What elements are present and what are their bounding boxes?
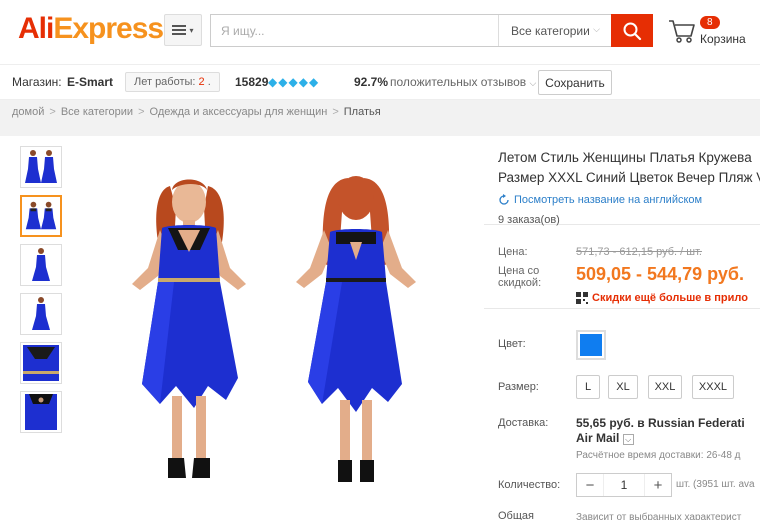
thumbnail-6[interactable] bbox=[20, 391, 62, 433]
orders-count: 9 заказа(ов) bbox=[498, 214, 560, 226]
color-label: Цвет: bbox=[498, 338, 526, 350]
thumbnail-5[interactable] bbox=[20, 342, 62, 384]
shipping-info: 55,65 руб. в Russian Federati Air Mail ⌵… bbox=[576, 416, 745, 461]
app-promo-link[interactable]: Скидки ещё больше в прило bbox=[576, 292, 748, 304]
store-name-link[interactable]: E-Smart bbox=[67, 75, 113, 89]
product-title: Летом Стиль Женщины Платья Кружева Разме… bbox=[498, 150, 760, 185]
total-price-note: Зависит от выбранных характерист bbox=[576, 512, 742, 520]
store-years-badge: Лет работы: 2 . bbox=[125, 72, 220, 92]
discount-price: 509,05 - 544,79 руб. bbox=[576, 264, 744, 284]
divider bbox=[484, 308, 760, 309]
quantity-decrease-button[interactable]: − bbox=[577, 477, 603, 494]
translate-title-link[interactable]: Посмотреть название на английском bbox=[498, 194, 760, 206]
hamburger-icon bbox=[172, 25, 187, 35]
shipping-cost: 55,65 руб. в Russian Federati bbox=[576, 416, 745, 430]
save-store-button[interactable]: Сохранить bbox=[538, 70, 612, 95]
top-header: AliExpress™ ▾ Все категории ⌵ 8 Корзина bbox=[0, 0, 760, 64]
image-thumbnails bbox=[20, 146, 62, 440]
quantity-label: Количество: bbox=[498, 479, 561, 491]
product-info: Летом Стиль Женщины Платья Кружева Разме… bbox=[498, 148, 760, 226]
dress-product-photo bbox=[132, 176, 416, 482]
diamond-icon: ◆ bbox=[278, 75, 288, 89]
positive-feedback-dropdown[interactable]: положительных отзывов ⌵ bbox=[390, 75, 536, 89]
product-section: Летом Стиль Женщины Платья Кружева Разме… bbox=[12, 138, 760, 520]
main-product-image[interactable] bbox=[112, 172, 442, 512]
size-option-xxxl[interactable]: XXXL bbox=[692, 375, 734, 399]
search-button[interactable] bbox=[611, 14, 653, 47]
dress-detail-thumbnail-image bbox=[25, 394, 57, 430]
shipping-method-dropdown[interactable]: Air Mail ⌵ bbox=[576, 431, 745, 446]
thumbnail-2[interactable] bbox=[20, 195, 62, 237]
qr-code-icon bbox=[576, 292, 588, 304]
thumbnail-3[interactable] bbox=[20, 244, 62, 286]
stock-available: шт. (3951 шт. ava bbox=[676, 479, 755, 490]
quantity-increase-button[interactable]: + bbox=[645, 477, 671, 494]
total-label: Общая bbox=[498, 510, 534, 520]
shipping-label: Доставка: bbox=[498, 417, 549, 429]
original-price: 571,73 - 612,15 руб. / шт. bbox=[576, 246, 702, 258]
diamond-icon: ◆ bbox=[268, 75, 278, 89]
aliexpress-logo[interactable]: AliExpress™ bbox=[18, 12, 172, 46]
discount-price-label: Цена со скидкой: bbox=[498, 265, 542, 289]
size-options: L XL XXL XXXL bbox=[576, 375, 756, 399]
store-info-bar: Магазин: E-Smart Лет работы: 2 . 15829 ◆… bbox=[0, 64, 760, 100]
dress-thumbnail-image bbox=[32, 297, 50, 330]
dress-thumbnail-image bbox=[32, 248, 50, 281]
color-swatch-blue[interactable] bbox=[576, 330, 606, 360]
cart-count-badge: 8 bbox=[700, 16, 720, 29]
price-label: Цена: bbox=[498, 246, 528, 258]
chevron-down-icon: ⌵ bbox=[593, 24, 600, 34]
breadcrumb-all-categories[interactable]: Все категории bbox=[61, 106, 133, 118]
chevron-down-icon: ⌵ bbox=[529, 78, 537, 88]
breadcrumb-women-clothing[interactable]: Одежда и аксессуары для женщин bbox=[150, 106, 328, 118]
delivery-time: Расчётное время доставки: 26-48 д bbox=[576, 450, 741, 461]
size-option-xl[interactable]: XL bbox=[608, 375, 638, 399]
cart-label: Корзина bbox=[700, 32, 746, 46]
quantity-input[interactable]: 1 bbox=[603, 474, 645, 496]
search-bar: Все категории ⌵ bbox=[210, 14, 612, 47]
breadcrumb-home[interactable]: домой bbox=[12, 106, 44, 118]
search-icon bbox=[623, 22, 642, 40]
positive-percent: 92.7% bbox=[354, 75, 389, 89]
category-menu-button[interactable]: ▾ bbox=[164, 14, 202, 46]
diamond-icon: ◆ bbox=[298, 75, 308, 89]
caret-down-icon: ▾ bbox=[189, 25, 194, 35]
feedback-score[interactable]: 15829 bbox=[235, 75, 268, 89]
category-select[interactable]: Все категории ⌵ bbox=[498, 15, 612, 46]
dress-thumbnail-image bbox=[25, 201, 57, 230]
cart-button[interactable]: 8 Корзина bbox=[666, 16, 756, 50]
thumbnail-1[interactable] bbox=[20, 146, 62, 188]
breadcrumb-dresses[interactable]: Платья bbox=[344, 106, 381, 118]
dress-detail-thumbnail-image bbox=[23, 345, 59, 381]
breadcrumb: домой > Все категории > Одежда и аксессуары … bbox=[0, 100, 760, 136]
cart-icon bbox=[669, 20, 695, 43]
translate-icon bbox=[499, 194, 509, 205]
thumbnail-4[interactable] bbox=[20, 293, 62, 335]
search-input[interactable] bbox=[211, 15, 498, 46]
diamond-icon: ◆ bbox=[288, 75, 298, 89]
diamond-icon: ◆ bbox=[308, 75, 319, 89]
quantity-stepper: − 1 + bbox=[576, 473, 672, 497]
seller-rating-diamonds: ◆ ◆ ◆ ◆ ◆ bbox=[268, 75, 318, 89]
size-option-xxl[interactable]: XXL bbox=[648, 375, 682, 399]
size-option-l[interactable]: L bbox=[576, 375, 600, 399]
chevron-down-icon: ⌵ bbox=[622, 434, 634, 445]
size-label: Размер: bbox=[498, 381, 539, 393]
dress-thumbnail-image bbox=[25, 150, 57, 183]
store-label: Магазин: bbox=[12, 75, 62, 89]
